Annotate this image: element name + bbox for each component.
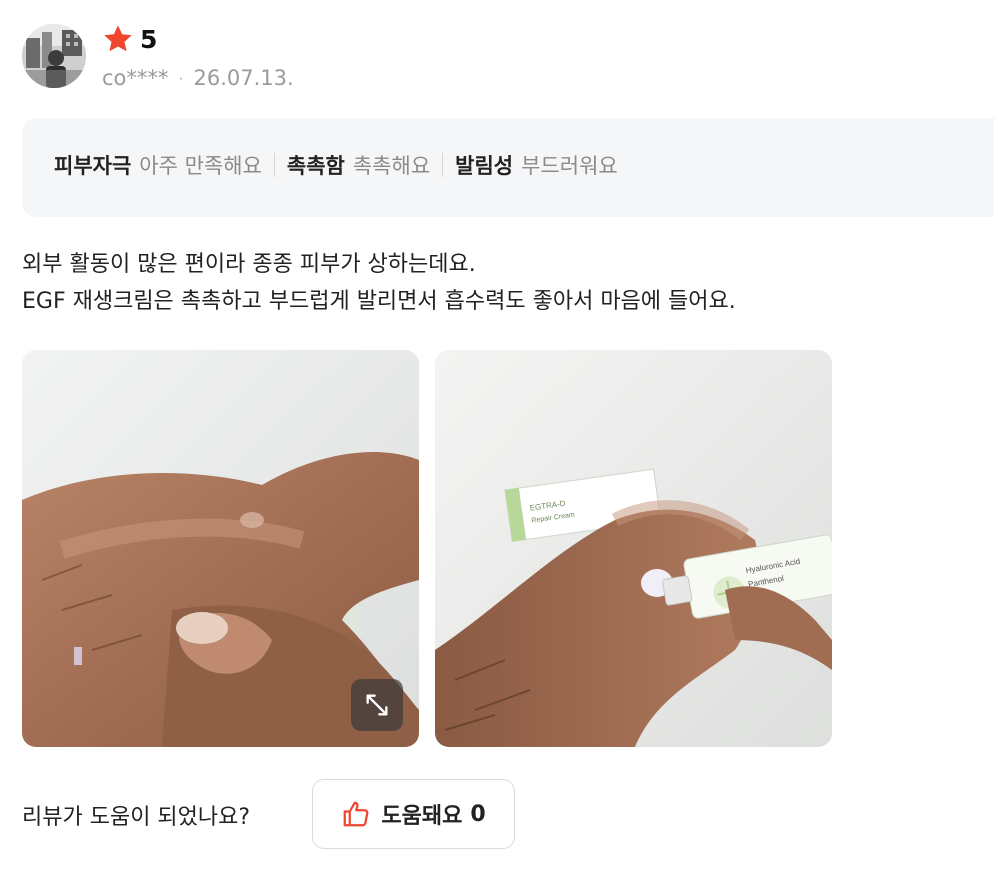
attribute-key-irritation: 피부자극 [54, 154, 132, 178]
expand-photo-button[interactable] [351, 679, 403, 731]
review-meta: co**** · 26.07.13. [102, 66, 294, 90]
avatar[interactable] [22, 24, 86, 88]
avatar-photo-icon [22, 24, 86, 88]
review-photo-2[interactable]: EGTRA-D Repair Cream Hyaluronic Acid Pan… [435, 350, 832, 747]
review-photo-1[interactable] [22, 350, 419, 747]
helpful-button[interactable]: 도움돼요 0 [312, 779, 515, 849]
attribute-value-moisture: 촉촉해요 [352, 154, 431, 178]
review-date: 26.07.13. [193, 66, 294, 90]
thumbs-up-icon [343, 801, 369, 827]
attribute-divider [273, 153, 275, 177]
review-card: 5 co**** · 26.07.13. 피부자극 아주 만족해요 촉촉함 촉촉… [0, 0, 994, 882]
reviewer-name: co**** [102, 66, 169, 90]
rating: 5 [102, 22, 157, 56]
review-text-line: EGF 재생크림은 촉촉하고 부드럽게 발리면서 흡수력도 좋아서 마음에 들어… [22, 289, 736, 314]
helpful-button-label: 도움돼요 [381, 804, 463, 829]
review-text-line: 외부 활동이 많은 편이라 종종 피부가 상하는데요. [22, 252, 476, 277]
attribute-key-moisture: 촉촉함 [286, 154, 345, 178]
helpful-question: 리뷰가 도움이 되었나요? [22, 805, 251, 830]
attribute-value-irritation: 아주 만족해요 [139, 154, 262, 178]
expand-icon [366, 694, 388, 716]
star-icon [104, 25, 132, 52]
hand-applying-cream-tube-photo-icon: EGTRA-D Repair Cream Hyaluronic Acid Pan… [435, 350, 832, 747]
attribute-key-spreadability: 발림성 [455, 154, 514, 178]
attribute-divider [442, 153, 444, 177]
attribute-summary: 피부자극 아주 만족해요 촉촉함 촉촉해요 발림성 부드러워요 [22, 118, 994, 217]
review-body: 외부 활동이 많은 편이라 종종 피부가 상하는데요. EGF 재생크림은 촉촉… [22, 246, 736, 320]
meta-separator: · [178, 68, 184, 88]
helpful-count: 0 [470, 801, 486, 827]
rating-value: 5 [140, 24, 158, 54]
attribute-value-spreadability: 부드러워요 [521, 154, 618, 178]
